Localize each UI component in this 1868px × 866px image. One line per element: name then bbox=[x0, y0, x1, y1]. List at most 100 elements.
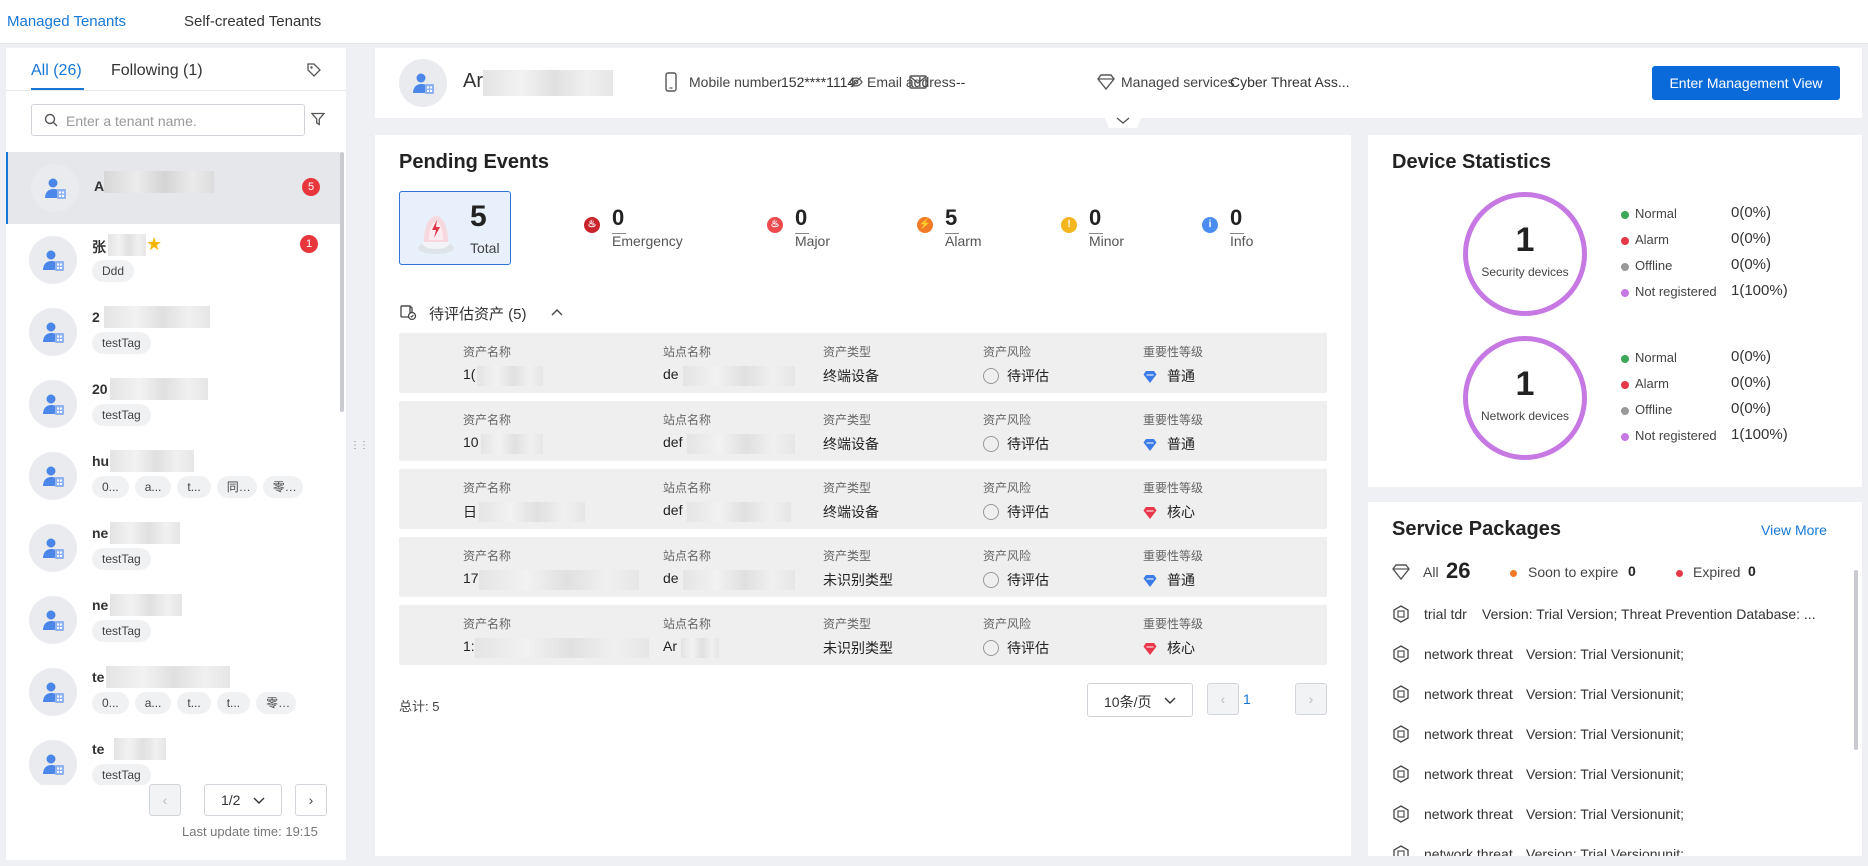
col-label-site: 站点名称 bbox=[663, 617, 712, 631]
current-page[interactable]: 1 bbox=[1243, 691, 1251, 707]
tag-list: 0... a... t... t... 零... bbox=[92, 692, 302, 714]
status-dot bbox=[1621, 237, 1629, 245]
soon-to-expire-count: 0 bbox=[1628, 563, 1636, 579]
avatar bbox=[29, 596, 77, 644]
col-label-type: 资产类型 bbox=[823, 549, 872, 563]
legend-label: Normal bbox=[1635, 206, 1677, 221]
legend-value: 1(100%) bbox=[1731, 426, 1788, 443]
tenant-list-scrollbar[interactable] bbox=[340, 152, 344, 412]
view-more-link[interactable]: View More bbox=[1761, 522, 1827, 538]
col-label-risk: 资产风险 bbox=[983, 413, 1032, 427]
tenant-search-input[interactable] bbox=[66, 111, 296, 131]
status-dot bbox=[1621, 433, 1629, 441]
next-page-button[interactable]: › bbox=[295, 784, 327, 816]
tenant-item[interactable]: te 0... a... t... t... 零... bbox=[6, 656, 340, 728]
tenant-name: te bbox=[92, 741, 105, 757]
tag-list: testTag bbox=[92, 548, 157, 570]
tenant-tag: testTag bbox=[92, 620, 151, 642]
tenant-name: te bbox=[92, 669, 105, 685]
tenant-item[interactable]: 20 testTag bbox=[6, 368, 340, 440]
tenant-search bbox=[31, 104, 305, 136]
filter-icon[interactable] bbox=[311, 112, 325, 126]
event-label: Info bbox=[1230, 233, 1254, 249]
tenant-item[interactable]: A 5 bbox=[6, 152, 340, 224]
tenant-title: Ar bbox=[463, 70, 483, 92]
site-name: de bbox=[663, 570, 679, 586]
asset-importance: 普通 bbox=[1167, 368, 1195, 384]
tab-managed-tenants[interactable]: Managed Tenants bbox=[7, 13, 126, 30]
tab-self-created-tenants[interactable]: Self-created Tenants bbox=[184, 13, 321, 30]
asset-row[interactable]: 资产名称 1( 站点名称 de 资产类型 终端设备 资产风险 待评估 重要性等级 普通 bbox=[399, 333, 1327, 393]
tenant-item[interactable]: hu 0... a... t... 同... 零... bbox=[6, 440, 340, 512]
tab-following-tenants[interactable]: Following (1) bbox=[111, 62, 203, 80]
asset-importance: 普通 bbox=[1167, 572, 1195, 588]
tenant-tag: t... bbox=[177, 476, 211, 498]
col-label-level: 重要性等级 bbox=[1143, 345, 1204, 359]
enter-management-view-button[interactable]: Enter Management View bbox=[1652, 66, 1840, 100]
tenant-tag: 零... bbox=[262, 476, 303, 498]
redacted-text bbox=[681, 638, 719, 658]
all-packages-count: 26 bbox=[1446, 558, 1471, 583]
tenant-item[interactable]: 2 testTag bbox=[6, 296, 340, 368]
col-label-risk: 资产风险 bbox=[983, 617, 1032, 631]
asset-shield-icon bbox=[400, 305, 417, 321]
importance-diamond-icon bbox=[1143, 371, 1157, 383]
network-devices-count: 1 bbox=[1515, 365, 1535, 403]
eye-hidden-icon[interactable] bbox=[849, 76, 863, 88]
tenant-item[interactable]: ne testTag bbox=[6, 512, 340, 584]
tenant-avatar-icon bbox=[43, 610, 64, 631]
page-select[interactable]: 1/2 bbox=[204, 784, 282, 816]
col-label-name: 资产名称 bbox=[463, 549, 512, 563]
legend-label: Normal bbox=[1635, 350, 1677, 365]
page-size-select[interactable]: 10条/页 bbox=[1087, 683, 1193, 717]
event-count: 5 bbox=[945, 205, 958, 230]
next-page-button[interactable]: › bbox=[1295, 683, 1327, 715]
prev-page-button[interactable]: ‹ bbox=[149, 784, 181, 816]
chevron-down-icon[interactable] bbox=[1103, 114, 1143, 132]
asset-name: 1( bbox=[463, 366, 476, 382]
event-count: 0 bbox=[1089, 205, 1102, 230]
event-label: Major bbox=[795, 233, 831, 249]
package-name: network threat bbox=[1424, 646, 1513, 662]
package-icon bbox=[1393, 645, 1409, 663]
tenant-item[interactable]: te testTag bbox=[6, 728, 340, 785]
pending-events-title: Pending Events bbox=[399, 151, 550, 173]
tenant-item[interactable]: ne testTag bbox=[6, 584, 340, 656]
security-devices-ring[interactable]: 1 Security devices bbox=[1463, 192, 1587, 316]
total-events-card[interactable]: 5 Total bbox=[399, 191, 511, 265]
asset-name: 17 bbox=[463, 570, 479, 586]
prev-page-button[interactable]: ‹ bbox=[1207, 683, 1239, 715]
asset-row[interactable]: 资产名称 1: 站点名称 Ar 资产类型 未识别类型 资产风险 待评估 重要性等级 核心 bbox=[399, 605, 1327, 665]
event-label: Alarm bbox=[945, 233, 982, 249]
asset-row[interactable]: 资产名称日 站点名称 def 资产类型 终端设备 资产风险 待评估 重要性等级 核心 bbox=[399, 469, 1327, 529]
avatar bbox=[29, 668, 77, 716]
panel-resize-handle[interactable]: ⋮⋮ bbox=[350, 48, 369, 860]
tab-all-tenants[interactable]: All (26) bbox=[31, 62, 82, 80]
package-name: network threat bbox=[1424, 766, 1513, 782]
tag-list: testTag bbox=[92, 764, 157, 785]
risk-pending-icon bbox=[983, 504, 999, 520]
asset-row[interactable]: 资产名称 10 站点名称 def 资产类型 终端设备 资产风险 待评估 重要性等级 普通 bbox=[399, 401, 1327, 461]
expired-label[interactable]: Expired bbox=[1693, 564, 1740, 580]
all-packages-label[interactable]: All bbox=[1423, 564, 1439, 580]
asset-row[interactable]: 资产名称 17 站点名称 de 资产类型 未识别类型 资产风险 待评估 重要性等级 普通 bbox=[399, 537, 1327, 597]
status-dot bbox=[1510, 570, 1517, 577]
packages-scrollbar[interactable] bbox=[1854, 570, 1858, 750]
status-dot bbox=[1621, 211, 1629, 219]
total-events-count: 5 bbox=[470, 200, 487, 233]
search-icon bbox=[44, 113, 58, 127]
chevron-down-icon bbox=[253, 797, 265, 804]
unread-badge: 5 bbox=[302, 178, 320, 196]
soon-to-expire-label[interactable]: Soon to expire bbox=[1528, 564, 1618, 580]
event-count: 0 bbox=[612, 205, 625, 230]
star-icon[interactable]: ★ bbox=[146, 234, 162, 255]
tag-icon[interactable] bbox=[306, 62, 322, 78]
tenant-avatar-icon bbox=[43, 682, 64, 703]
mobile-icon bbox=[665, 72, 677, 92]
service-packages-panel: Service Packages View More All 26 Soon t… bbox=[1368, 502, 1862, 856]
page-size-value: 10条/页 bbox=[1104, 694, 1152, 710]
network-devices-ring[interactable]: 1 Network devices bbox=[1463, 336, 1587, 460]
tenant-item[interactable]: 张 ★ 1 Ddd bbox=[6, 224, 340, 296]
tenant-tag: testTag bbox=[92, 548, 151, 570]
package-description: Version: Trial Versionunit; bbox=[1526, 766, 1684, 782]
